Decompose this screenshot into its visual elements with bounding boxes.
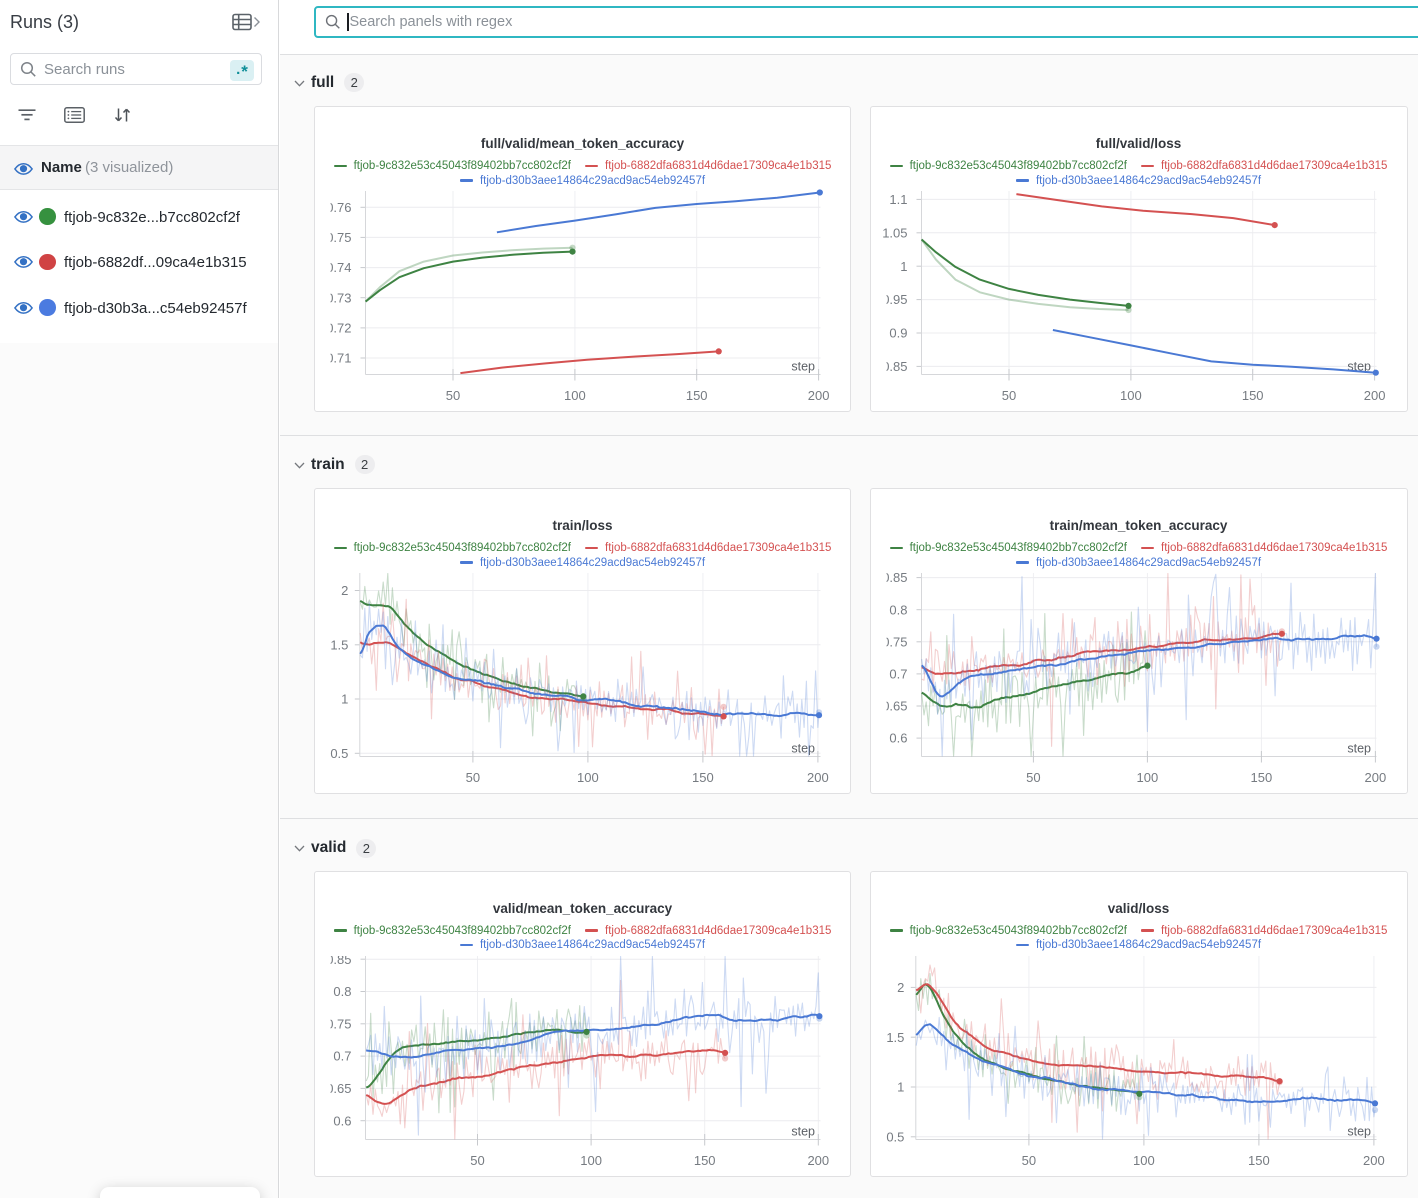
svg-text:200: 200	[808, 388, 830, 403]
svg-text:0.6: 0.6	[333, 1113, 351, 1128]
svg-text:0.75: 0.75	[882, 634, 907, 649]
svg-text:0.75: 0.75	[326, 230, 351, 245]
svg-text:0.85: 0.85	[882, 359, 907, 374]
svg-text:0.7: 0.7	[889, 667, 907, 682]
svg-text:2: 2	[897, 980, 904, 995]
svg-text:100: 100	[1136, 770, 1158, 785]
svg-text:0.5: 0.5	[330, 746, 348, 761]
svg-text:step: step	[1347, 1124, 1371, 1138]
svg-text:100: 100	[1133, 1153, 1155, 1168]
svg-text:1.05: 1.05	[882, 225, 907, 240]
svg-text:100: 100	[577, 770, 599, 785]
svg-text:150: 150	[694, 1153, 716, 1168]
svg-text:150: 150	[1250, 770, 1272, 785]
svg-text:0.72: 0.72	[326, 321, 351, 336]
svg-text:150: 150	[1241, 388, 1263, 403]
svg-text:50: 50	[466, 770, 480, 785]
svg-text:50: 50	[1021, 1153, 1035, 1168]
svg-text:0.71: 0.71	[326, 351, 351, 366]
svg-text:0.8: 0.8	[889, 602, 907, 617]
svg-text:0.9: 0.9	[889, 326, 907, 341]
svg-text:1: 1	[897, 1079, 904, 1094]
svg-text:200: 200	[1364, 770, 1386, 785]
svg-text:0.5: 0.5	[886, 1129, 904, 1144]
svg-text:0.7: 0.7	[333, 1048, 351, 1063]
svg-text:2: 2	[341, 583, 348, 598]
svg-text:200: 200	[1363, 1153, 1385, 1168]
svg-text:200: 200	[807, 770, 829, 785]
svg-text:1.5: 1.5	[330, 637, 348, 652]
svg-text:50: 50	[470, 1153, 484, 1168]
svg-text:step: step	[791, 742, 815, 756]
svg-text:step: step	[791, 360, 815, 374]
svg-text:100: 100	[564, 388, 586, 403]
svg-text:1.1: 1.1	[889, 192, 907, 207]
svg-text:step: step	[1347, 742, 1371, 756]
svg-text:step: step	[791, 1124, 815, 1138]
svg-text:0.65: 0.65	[882, 699, 907, 714]
svg-text:1: 1	[900, 259, 907, 274]
svg-text:1: 1	[341, 692, 348, 707]
svg-text:0.75: 0.75	[326, 1016, 351, 1031]
svg-text:0.76: 0.76	[326, 200, 351, 215]
svg-text:200: 200	[1363, 388, 1385, 403]
svg-text:100: 100	[580, 1153, 602, 1168]
svg-text:0.74: 0.74	[326, 260, 351, 275]
svg-text:0.8: 0.8	[333, 984, 351, 999]
svg-text:0.65: 0.65	[326, 1081, 351, 1096]
svg-text:0.85: 0.85	[326, 951, 351, 966]
svg-text:150: 150	[692, 770, 714, 785]
svg-text:100: 100	[1120, 388, 1142, 403]
svg-text:50: 50	[1001, 388, 1015, 403]
svg-text:0.6: 0.6	[889, 731, 907, 746]
svg-text:0.85: 0.85	[882, 570, 907, 585]
svg-text:150: 150	[686, 388, 708, 403]
svg-text:0.95: 0.95	[882, 292, 907, 307]
svg-text:150: 150	[1248, 1153, 1270, 1168]
svg-text:50: 50	[446, 388, 460, 403]
svg-text:0.73: 0.73	[326, 290, 351, 305]
svg-text:1.5: 1.5	[886, 1029, 904, 1044]
svg-text:200: 200	[807, 1153, 829, 1168]
svg-text:50: 50	[1026, 770, 1040, 785]
